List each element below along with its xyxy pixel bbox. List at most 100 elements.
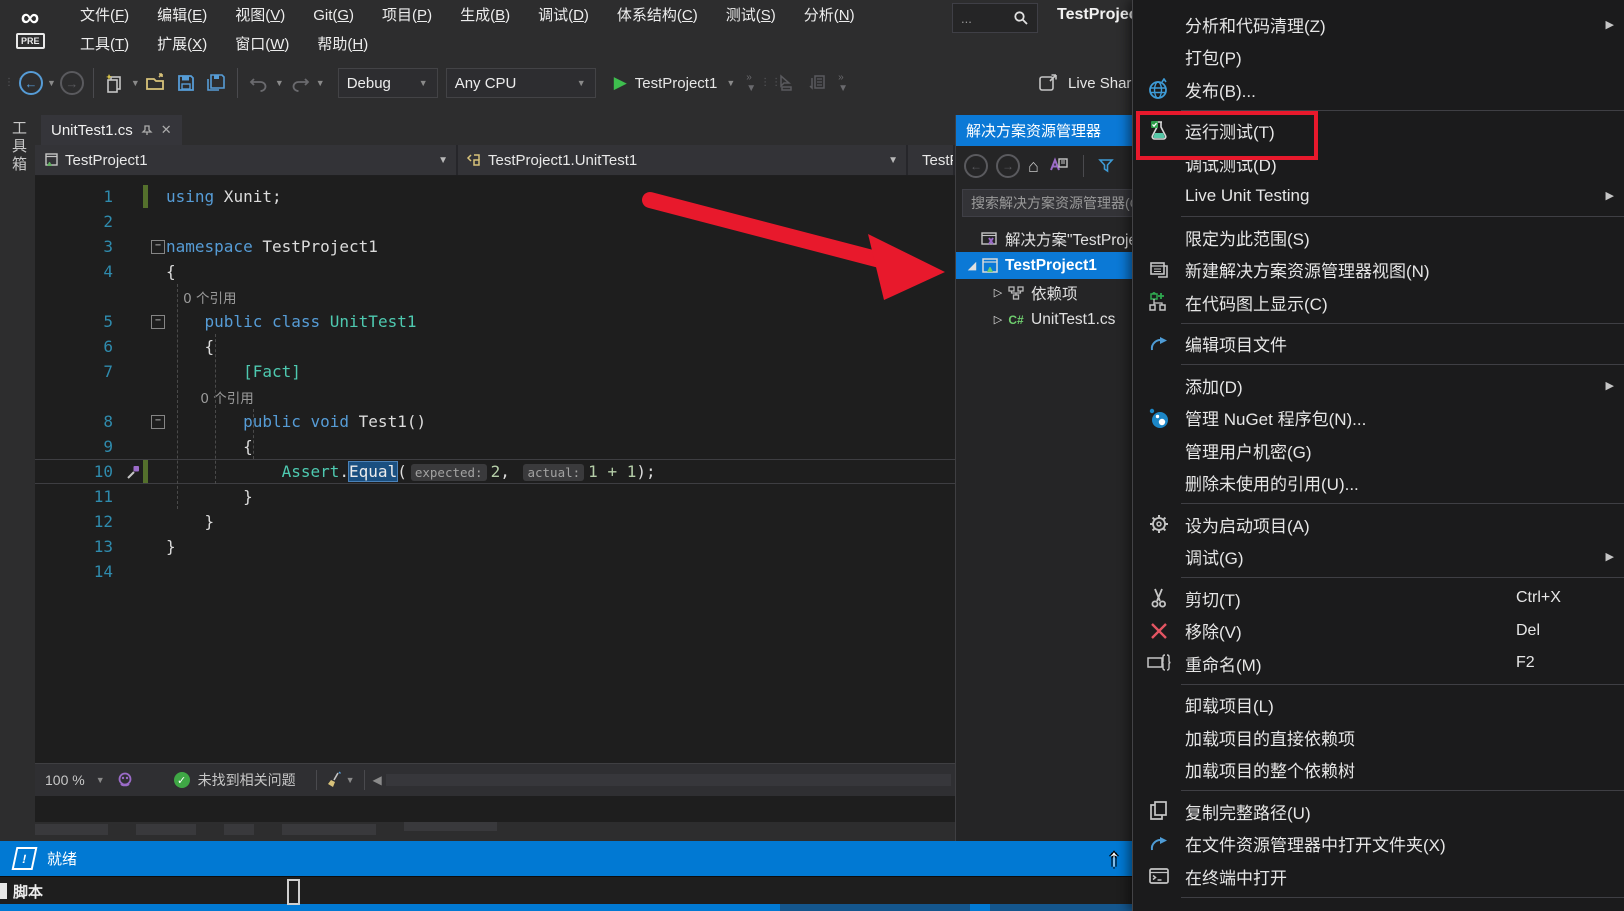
new-file-button[interactable]: [102, 70, 128, 96]
context-menu-item-1[interactable]: 打包(P): [1133, 41, 1624, 74]
zoom-dropdown-arrow[interactable]: ▼: [96, 775, 105, 785]
feedback-icon[interactable]: !: [12, 847, 38, 870]
se-back-button[interactable]: ←: [964, 154, 988, 178]
code-line-4[interactable]: 4{: [35, 259, 955, 284]
expander-icon[interactable]: ◢: [964, 259, 980, 272]
menu-3[interactable]: Git(G): [299, 2, 368, 30]
breadcrumb-member[interactable]: TestProject1: [908, 145, 955, 175]
toolbar-grip[interactable]: ⋮⋮: [760, 79, 768, 87]
context-menu-item-31[interactable]: 在文件资源管理器中打开文件夹(X): [1133, 828, 1624, 861]
menu-7[interactable]: 体系结构(C): [603, 2, 712, 30]
context-menu-item-17[interactable]: 删除未使用的引用(U)...: [1133, 467, 1624, 500]
se-forward-button[interactable]: →: [996, 154, 1020, 178]
navigate-forward-button[interactable]: →: [59, 70, 85, 96]
platform-dropdown[interactable]: Any CPU▼: [446, 68, 596, 98]
breadcrumb-project[interactable]: TestProject1▼: [35, 145, 458, 175]
quick-actions-screwdriver-icon[interactable]: [125, 464, 141, 480]
code-line-11[interactable]: 11 }: [35, 484, 955, 509]
code-line-9[interactable]: 9 {: [35, 434, 955, 459]
toolbox-vertical-tab[interactable]: 工具箱: [8, 120, 29, 174]
code-editor[interactable]: 1using Xunit;23−namespace TestProject14{…: [35, 176, 955, 822]
code-line-10[interactable]: 10 Assert.Equal(expected:2, actual:1 + 1…: [35, 459, 955, 484]
pin-icon[interactable]: [141, 124, 153, 136]
context-menu-item-12[interactable]: 编辑项目文件: [1133, 328, 1624, 361]
code-line-3[interactable]: 3−namespace TestProject1: [35, 234, 955, 259]
context-menu-item-20[interactable]: 调试(G)▶: [1133, 541, 1624, 574]
context-menu-item-6[interactable]: Live Unit Testing▶: [1133, 180, 1624, 213]
menu-3[interactable]: 帮助(H): [303, 31, 382, 59]
quick-search-box[interactable]: ...: [952, 3, 1038, 33]
navigate-back-button[interactable]: ←: [18, 70, 44, 96]
toolbar-overflow-chevron[interactable]: »▼: [838, 72, 848, 94]
context-menu-item-27[interactable]: 加载项目的直接依赖项: [1133, 721, 1624, 754]
code-line-5[interactable]: 5− public class UnitTest1: [35, 309, 955, 334]
redo-button[interactable]: [287, 70, 313, 96]
code-line-13[interactable]: 13}: [35, 534, 955, 559]
menu-5[interactable]: 生成(B): [446, 2, 524, 30]
fold-collapse-icon[interactable]: −: [151, 315, 165, 329]
code-line-6[interactable]: 6 {: [35, 334, 955, 359]
menu-2[interactable]: 视图(V): [221, 2, 299, 30]
menu-4[interactable]: 项目(P): [368, 2, 446, 30]
codelens-row[interactable]: 0 个引用: [35, 384, 955, 409]
code-line-2[interactable]: 2: [35, 209, 955, 234]
document-health-indicator[interactable]: ✓ 未找到相关问题: [174, 770, 296, 790]
context-menu-item-2[interactable]: 发布(B)...: [1133, 73, 1624, 106]
code-line-14[interactable]: 14: [35, 559, 955, 584]
menu-0[interactable]: 工具(T): [66, 31, 143, 59]
code-line-1[interactable]: 1using Xunit;: [35, 184, 955, 209]
code-line-12[interactable]: 12 }: [35, 509, 955, 534]
code-cleanup-broom-icon[interactable]: [325, 771, 345, 789]
toolbar-grip[interactable]: ⋮⋮: [4, 79, 12, 87]
context-menu-item-16[interactable]: 管理用户机密(G): [1133, 434, 1624, 467]
zoom-level-dropdown[interactable]: 100 %: [45, 772, 85, 788]
live-share-button[interactable]: Live Share: [1038, 73, 1140, 93]
context-menu-item-26[interactable]: 卸载项目(L): [1133, 689, 1624, 722]
context-menu-item-9[interactable]: 新建解决方案资源管理器视图(N): [1133, 254, 1624, 287]
code-cleanup-dropdown[interactable]: ▼: [346, 775, 355, 785]
codelens-row[interactable]: 0 个引用: [35, 284, 955, 309]
context-menu-item-24[interactable]: 重命名(M)F2: [1133, 647, 1624, 680]
breakpoint-cursor-icon[interactable]: [774, 70, 800, 96]
context-menu-item-22[interactable]: 剪切(T)Ctrl+X: [1133, 582, 1624, 615]
menu-1[interactable]: 扩展(X): [143, 31, 221, 59]
fold-collapse-icon[interactable]: −: [151, 240, 165, 254]
start-debug-button[interactable]: ▶ TestProject1 ▼: [614, 73, 737, 93]
menu-6[interactable]: 调试(D): [524, 2, 603, 30]
undo-button[interactable]: [246, 70, 272, 96]
save-button[interactable]: [173, 70, 199, 96]
menu-9[interactable]: 分析(N): [790, 2, 869, 30]
fold-collapse-icon[interactable]: −: [151, 415, 165, 429]
context-menu-item-28[interactable]: 加载项目的整个依赖树: [1133, 754, 1624, 787]
menu-0[interactable]: 文件(F): [66, 2, 143, 30]
configuration-dropdown[interactable]: Debug▼: [338, 68, 438, 98]
context-menu-item-10[interactable]: 在代码图上显示(C): [1133, 286, 1624, 319]
switch-views-icon[interactable]: [1047, 156, 1069, 176]
document-tab-unittest1[interactable]: UnitTest1.cs ✕: [41, 115, 182, 145]
undo-dropdown[interactable]: ▼: [275, 78, 284, 88]
breadcrumb-type[interactable]: TestProject1.UnitTest1▼: [458, 145, 908, 175]
context-menu-item-8[interactable]: 限定为此范围(S): [1133, 221, 1624, 254]
new-file-dropdown[interactable]: ▼: [131, 78, 140, 88]
context-menu-item-32[interactable]: 在终端中打开: [1133, 860, 1624, 893]
menu-2[interactable]: 窗口(W): [221, 31, 303, 59]
horizontal-scrollbar[interactable]: [386, 774, 951, 786]
navigate-back-dropdown[interactable]: ▼: [47, 78, 56, 88]
toolbar-overflow-chevron[interactable]: »▼: [746, 72, 756, 94]
open-folder-button[interactable]: [143, 70, 169, 96]
hscroll-left-arrow[interactable]: ◀: [373, 773, 382, 787]
code-outline-icon[interactable]: [804, 70, 830, 96]
context-menu-item-23[interactable]: 移除(V)Del: [1133, 615, 1624, 648]
home-icon[interactable]: ⌂: [1028, 156, 1039, 177]
context-menu-item-30[interactable]: 复制完整路径(U): [1133, 795, 1624, 828]
menu-8[interactable]: 测试(S): [712, 2, 790, 30]
context-menu-item-15[interactable]: 管理 NuGet 程序包(N)...: [1133, 402, 1624, 435]
expander-icon[interactable]: ▷: [990, 286, 1006, 299]
code-line-8[interactable]: 8− public void Test1(): [35, 409, 955, 434]
context-menu-item-0[interactable]: 分析和代码清理(Z)▶: [1133, 8, 1624, 41]
code-line-7[interactable]: 7 [Fact]: [35, 359, 955, 384]
context-menu-item-14[interactable]: 添加(D)▶: [1133, 369, 1624, 402]
close-icon[interactable]: ✕: [161, 122, 172, 138]
intellicode-icon[interactable]: [116, 771, 134, 789]
filter-icon[interactable]: [1098, 157, 1116, 175]
